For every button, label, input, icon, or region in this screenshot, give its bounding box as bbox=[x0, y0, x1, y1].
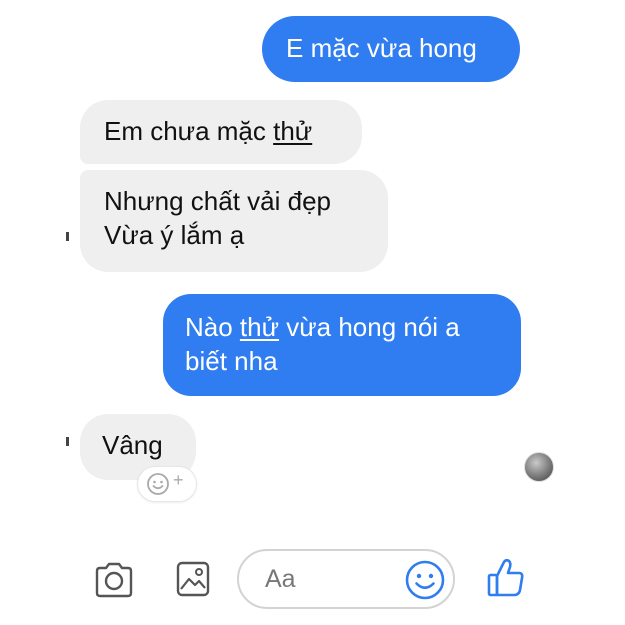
message-line: Vừa ý lắm ạ bbox=[104, 220, 245, 250]
message-bubble-incoming[interactable]: Em chưa mặc thử bbox=[80, 100, 362, 164]
message-line: Nào thử vừa hong nói a bbox=[185, 310, 521, 344]
emoji-icon[interactable] bbox=[404, 559, 446, 601]
edge-mark bbox=[66, 437, 69, 446]
message-text: Vâng bbox=[102, 430, 163, 460]
message-input-placeholder: Aa bbox=[265, 565, 296, 593]
add-reaction-button[interactable]: + bbox=[138, 467, 196, 501]
seen-avatar bbox=[524, 452, 554, 482]
message-underlined-word: thử bbox=[273, 116, 313, 146]
smiley-icon bbox=[147, 473, 169, 495]
thumbs-up-icon[interactable] bbox=[485, 556, 527, 600]
message-text: Em chưa mặc bbox=[104, 116, 274, 146]
message-text: vừa hong nói a bbox=[279, 312, 460, 342]
message-text: Nào bbox=[185, 312, 240, 342]
image-icon[interactable] bbox=[175, 560, 211, 598]
message-line: biết nha bbox=[185, 346, 278, 376]
message-bubble-incoming[interactable]: Nhưng chất vải đẹp Vừa ý lắm ạ bbox=[80, 170, 388, 272]
message-text: E mặc vừa hong bbox=[286, 33, 477, 63]
message-underlined-word: thử bbox=[239, 312, 280, 342]
camera-icon[interactable] bbox=[93, 561, 135, 599]
reaction-plus: + bbox=[173, 470, 184, 490]
message-bubble-outgoing[interactable]: E mặc vừa hong bbox=[262, 16, 520, 82]
message-line: Nhưng chất vải đẹp bbox=[104, 186, 331, 216]
message-bubble-outgoing[interactable]: Nào thử vừa hong nói a biết nha bbox=[163, 294, 521, 396]
edge-mark bbox=[66, 232, 69, 241]
